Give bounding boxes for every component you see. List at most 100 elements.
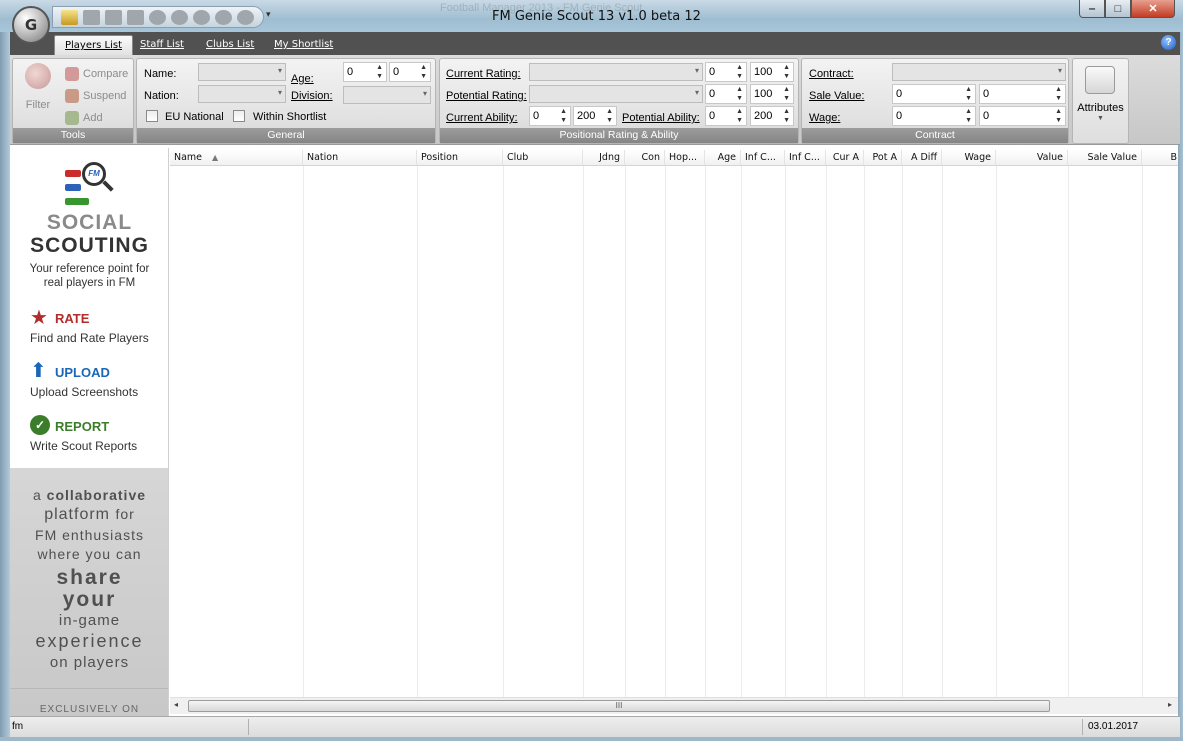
potential-rating-combo[interactable] (529, 85, 703, 103)
upload-title: UPLOAD (55, 365, 110, 380)
potential-ability-min-spinner[interactable]: 0 ▲ ▼ (705, 106, 747, 126)
potential-rating-max-spinner[interactable]: 100 ▲ ▼ (750, 84, 794, 104)
tab-my-shortlist[interactable]: My Shortlist (264, 35, 343, 55)
contract-caption: Contract (802, 128, 1068, 143)
potential-ability-max-spinner[interactable]: 200 ▲ ▼ (750, 106, 794, 126)
user-icon-1[interactable] (149, 9, 166, 25)
genie-scout-logo[interactable]: G (12, 6, 50, 44)
spinner-arrows-icon[interactable]: ▲ ▼ (736, 85, 743, 103)
column-header-b[interactable]: B (1142, 150, 1178, 165)
spinner-arrows-icon[interactable]: ▲ ▼ (965, 85, 972, 103)
within-shortlist-checkbox[interactable] (233, 110, 245, 122)
star-icon: ★ (30, 307, 48, 329)
name-combo[interactable] (198, 63, 286, 81)
spinner-arrows-icon[interactable]: ▲ ▼ (560, 107, 567, 125)
toolbar-icon-1[interactable] (83, 9, 100, 25)
wage-label: Wage: (809, 112, 841, 124)
maximize-button[interactable]: □ (1105, 0, 1131, 18)
filter-button[interactable]: Filter (19, 63, 57, 117)
potential-rating-min-spinner[interactable]: 0 ▲ ▼ (705, 84, 747, 104)
user-icon-2[interactable] (171, 9, 188, 25)
column-header-value[interactable]: Value (996, 150, 1068, 165)
column-header-name[interactable]: Name ▲ (170, 150, 303, 165)
spinner-arrows-icon[interactable]: ▲ ▼ (736, 63, 743, 81)
column-header-cur-a[interactable]: Cur A (826, 150, 864, 165)
tab-clubs-list[interactable]: Clubs List (196, 35, 264, 55)
players-grid-body[interactable] (170, 166, 1178, 697)
suspend-button[interactable]: Suspend (65, 89, 126, 103)
column-header-con[interactable]: Con (625, 150, 665, 165)
current-rating-max-spinner[interactable]: 100 ▲ ▼ (750, 62, 794, 82)
qat-customize-icon[interactable]: ▾ (266, 9, 271, 20)
user-icon-3[interactable] (193, 9, 210, 25)
toolbar-icon-3[interactable] (127, 9, 144, 25)
column-header-sale-value[interactable]: Sale Value (1068, 150, 1142, 165)
spinner-arrows-icon[interactable]: ▲ ▼ (965, 107, 972, 125)
column-header-inf-c-1[interactable]: Inf C... (741, 150, 785, 165)
spinner-arrows-icon[interactable]: ▲ ▼ (376, 63, 383, 81)
scrollbar-thumb[interactable]: III (188, 700, 1050, 712)
column-header-hop[interactable]: Hop... (665, 150, 705, 165)
current-rating-combo[interactable] (529, 63, 703, 81)
division-label: Division: (291, 90, 333, 102)
promo-banner[interactable]: a collaborative platform for FM enthusia… (10, 468, 168, 716)
wage-max-spinner[interactable]: 0 ▲ ▼ (979, 106, 1066, 126)
column-header-pot-a[interactable]: Pot A (864, 150, 902, 165)
close-button[interactable]: ✕ (1131, 0, 1175, 18)
minimize-button[interactable]: ‒ (1079, 0, 1105, 18)
help-icon[interactable]: ? (1161, 35, 1176, 50)
spinner-arrows-icon[interactable]: ▲ ▼ (1055, 85, 1062, 103)
user-icon-4[interactable] (237, 9, 254, 25)
column-header-age[interactable]: Age (705, 150, 741, 165)
spinner-arrows-icon[interactable]: ▲ ▼ (420, 63, 427, 81)
column-header-inf-c-2[interactable]: Inf C... (785, 150, 826, 165)
age-min-spinner[interactable]: 0 ▲ ▼ (343, 62, 387, 82)
column-header-jdng[interactable]: Jdng (583, 150, 625, 165)
division-combo[interactable] (343, 86, 431, 104)
toolbar-icon-2[interactable] (105, 9, 122, 25)
social-title: SOCIAL (46, 211, 133, 234)
nation-combo[interactable] (198, 85, 286, 103)
attributes-dropdown-icon: ▼ (1097, 115, 1104, 122)
spinner-arrows-icon[interactable]: ▲ ▼ (606, 107, 613, 125)
age-label: Age: (291, 73, 314, 85)
tab-staff-list[interactable]: Staff List (130, 35, 194, 55)
column-header-position[interactable]: Position (417, 150, 503, 165)
contract-combo[interactable] (892, 63, 1066, 81)
spinner-arrows-icon[interactable]: ▲ ▼ (1055, 107, 1062, 125)
add-icon (65, 111, 79, 125)
column-header-wage[interactable]: Wage (942, 150, 996, 165)
column-header-nation[interactable]: Nation (303, 150, 417, 165)
column-header-a-diff[interactable]: A Diff (902, 150, 942, 165)
scrollbar-grip: III (615, 701, 623, 710)
wage-min-spinner[interactable]: 0 ▲ ▼ (892, 106, 976, 126)
age-max-spinner[interactable]: 0 ▲ ▼ (389, 62, 431, 82)
sale-value-max-spinner[interactable]: 0 ▲ ▼ (979, 84, 1066, 104)
promo-exclusive: EXCLUSIVELY ON (39, 704, 140, 715)
column-header-club[interactable]: Club (503, 150, 583, 165)
eu-national-checkbox[interactable] (146, 110, 158, 122)
add-button[interactable]: Add (65, 111, 103, 125)
sale-value-min-spinner[interactable]: 0 ▲ ▼ (892, 84, 976, 104)
current-rating-min-spinner[interactable]: 0 ▲ ▼ (705, 62, 747, 82)
compare-button[interactable]: Compare (65, 67, 128, 81)
current-ability-max-spinner[interactable]: 200 ▲ ▼ (573, 106, 617, 126)
horizontal-scrollbar[interactable]: ◂ III ▸ (170, 697, 1178, 714)
social-scouting-panel: FM SOCIAL SCOUTING Your reference point … (10, 148, 169, 716)
attributes-button[interactable]: Attributes ▼ (1072, 58, 1129, 144)
spinner-arrows-icon[interactable]: ▲ ▼ (783, 107, 790, 125)
attributes-icon (1085, 66, 1115, 94)
social-scouting-logo-icon: FM (65, 162, 115, 206)
scroll-left-icon[interactable]: ◂ (174, 700, 178, 709)
save-icon[interactable] (61, 9, 78, 25)
positional-caption: Positional Rating & Ability (440, 128, 798, 143)
search-user-icon[interactable] (215, 9, 232, 25)
spinner-arrows-icon[interactable]: ▲ ▼ (736, 107, 743, 125)
quick-access-toolbar (52, 6, 264, 28)
spinner-arrows-icon[interactable]: ▲ ▼ (783, 85, 790, 103)
upload-arrow-icon: ⬆ (30, 360, 47, 382)
scroll-right-icon[interactable]: ▸ (1168, 700, 1172, 709)
spinner-arrows-icon[interactable]: ▲ ▼ (783, 63, 790, 81)
current-ability-min-spinner[interactable]: 0 ▲ ▼ (529, 106, 571, 126)
tab-players-list[interactable]: Players List (54, 35, 133, 55)
